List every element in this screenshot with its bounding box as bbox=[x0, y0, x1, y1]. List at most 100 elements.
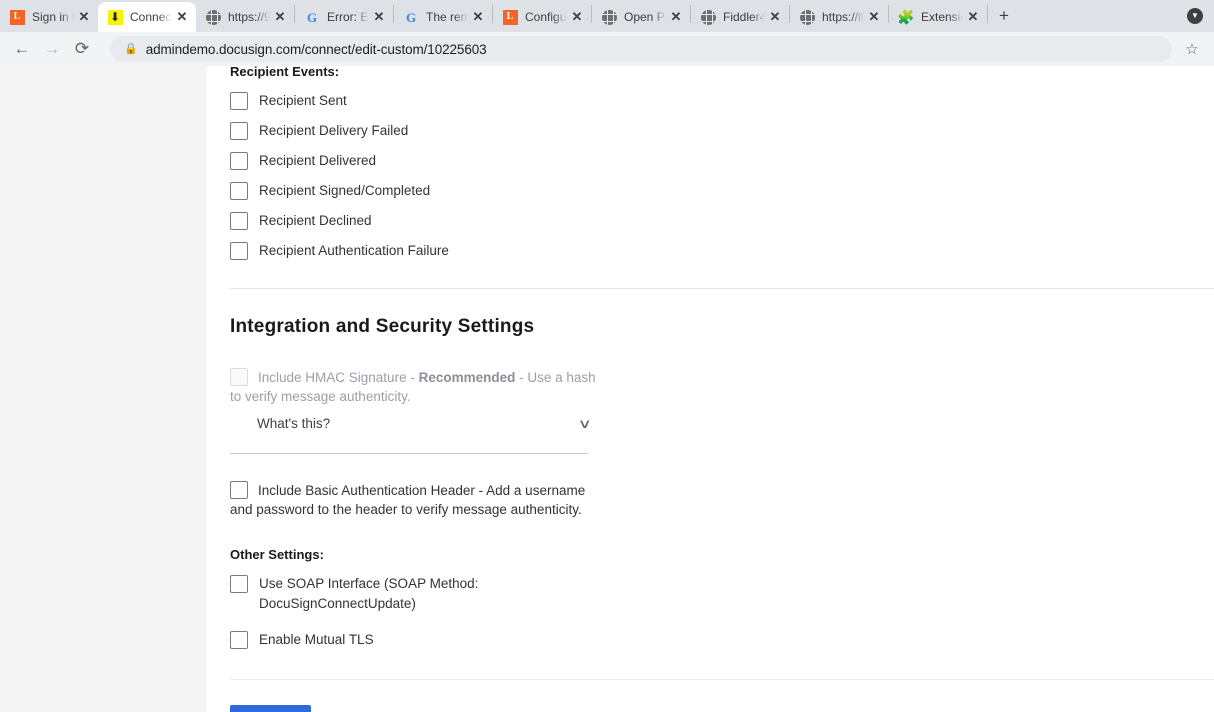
chevron-down-icon: ∨ bbox=[578, 417, 592, 430]
browser-tab-4[interactable]: G Error: Ex ✕ bbox=[295, 2, 393, 32]
google-icon: G bbox=[304, 9, 320, 25]
checkbox-label: Recipient Delivery Failed bbox=[259, 121, 408, 141]
close-icon[interactable]: ✕ bbox=[76, 9, 92, 25]
checkbox-icon[interactable] bbox=[230, 182, 248, 200]
save-button[interactable]: SAVE bbox=[230, 705, 311, 712]
tab-title: Sign in t bbox=[32, 10, 74, 24]
reload-button[interactable]: ⟳ bbox=[68, 35, 96, 63]
browser-tab-8[interactable]: Fiddler4 ✕ bbox=[691, 2, 789, 32]
globe-icon bbox=[601, 9, 617, 25]
checkbox-row-recipient-delivery-failed[interactable]: Recipient Delivery Failed bbox=[230, 121, 1214, 143]
lock-icon: 🔒 bbox=[124, 44, 138, 55]
tab-list-menu-button[interactable]: ▼ bbox=[1184, 5, 1206, 27]
browser-toolbar: ← → ⟳ 🔒 admindemo.docusign.com/connect/e… bbox=[0, 32, 1214, 66]
whats-this-label: What's this? bbox=[257, 416, 330, 431]
hmac-text-recommended: Recommended bbox=[419, 370, 516, 385]
basic-auth-text-before: Include Basic Authentication Header - bbox=[258, 483, 486, 498]
tab-title: Extensio bbox=[921, 10, 963, 24]
close-icon[interactable]: ✕ bbox=[668, 9, 684, 25]
recipient-events-list: Recipient Sent Recipient Delivery Failed… bbox=[230, 91, 1214, 263]
section-divider-bottom bbox=[230, 679, 1214, 680]
hmac-description: Include HMAC Signature - Recommended - U… bbox=[230, 367, 600, 406]
tab-title: Fiddler4 bbox=[723, 10, 765, 24]
hmac-text-before: Include HMAC Signature - bbox=[258, 370, 419, 385]
checkbox-label: Enable Mutual TLS bbox=[259, 630, 374, 650]
section-divider-hmac bbox=[230, 453, 588, 454]
close-icon[interactable]: ✕ bbox=[866, 9, 882, 25]
checkbox-icon[interactable] bbox=[230, 575, 248, 593]
section-divider-top bbox=[230, 288, 1214, 289]
browser-tab-10[interactable]: 🧩 Extensio ✕ bbox=[889, 2, 987, 32]
chevron-down-icon: ▼ bbox=[1187, 8, 1203, 24]
close-icon[interactable]: ✕ bbox=[272, 9, 288, 25]
docusign-l-icon: L bbox=[9, 9, 25, 25]
cancel-button[interactable]: CANCEL bbox=[333, 705, 423, 712]
close-icon[interactable]: ✕ bbox=[569, 9, 585, 25]
checkbox-icon[interactable] bbox=[230, 152, 248, 170]
checkbox-label: Recipient Authentication Failure bbox=[259, 241, 449, 261]
tab-strip: L Sign in t ✕ ⬇ Connect ✕ https://9 ✕ G … bbox=[0, 0, 1214, 32]
main-content: Recipient Events: Recipient Sent Recipie… bbox=[207, 66, 1214, 712]
checkbox-icon[interactable] bbox=[230, 122, 248, 140]
browser-tab-6[interactable]: L Configur ✕ bbox=[493, 2, 591, 32]
tab-separator bbox=[987, 5, 988, 23]
recipient-events-label: Recipient Events: bbox=[230, 66, 1214, 79]
tab-title: Open Po bbox=[624, 10, 666, 24]
docusign-l-icon: L bbox=[502, 9, 518, 25]
checkbox-row-recipient-declined[interactable]: Recipient Declined bbox=[230, 211, 1214, 233]
checkbox-icon[interactable] bbox=[230, 92, 248, 110]
checkbox-row-use-soap-interface[interactable]: Use SOAP Interface (SOAP Method: DocuSig… bbox=[230, 574, 1214, 614]
forward-button[interactable]: → bbox=[38, 35, 66, 63]
puzzle-icon: 🧩 bbox=[898, 9, 914, 25]
close-icon[interactable]: ✕ bbox=[470, 9, 486, 25]
close-icon[interactable]: ✕ bbox=[174, 9, 190, 25]
close-icon[interactable]: ✕ bbox=[767, 9, 783, 25]
tab-title: Connect bbox=[130, 10, 172, 24]
back-button[interactable]: ← bbox=[8, 35, 36, 63]
globe-icon bbox=[700, 9, 716, 25]
globe-icon bbox=[205, 9, 221, 25]
checkbox-label: Recipient Declined bbox=[259, 211, 372, 231]
checkbox-row-recipient-authentication-failure[interactable]: Recipient Authentication Failure bbox=[230, 241, 1214, 263]
address-bar[interactable]: 🔒 admindemo.docusign.com/connect/edit-cu… bbox=[110, 36, 1172, 62]
checkbox-row-recipient-sent[interactable]: Recipient Sent bbox=[230, 91, 1214, 113]
checkbox-icon[interactable] bbox=[230, 212, 248, 230]
checkbox-label: Recipient Signed/Completed bbox=[259, 181, 430, 201]
tab-title: The rem bbox=[426, 10, 468, 24]
form-actions: SAVE CANCEL bbox=[230, 705, 1214, 712]
download-icon: ⬇ bbox=[107, 9, 123, 25]
checkbox-label: Use SOAP Interface (SOAP Method: DocuSig… bbox=[259, 574, 489, 614]
checkbox-label: Recipient Delivered bbox=[259, 151, 376, 171]
checkbox-row-recipient-signed-completed[interactable]: Recipient Signed/Completed bbox=[230, 181, 1214, 203]
left-sidebar bbox=[0, 66, 207, 712]
browser-tab-1[interactable]: L Sign in t ✕ bbox=[0, 2, 98, 32]
browser-window: L Sign in t ✕ ⬇ Connect ✕ https://9 ✕ G … bbox=[0, 0, 1214, 712]
hmac-checkbox-icon[interactable] bbox=[230, 368, 248, 386]
browser-tab-9[interactable]: https://lf ✕ bbox=[790, 2, 888, 32]
hmac-setting-block: Include HMAC Signature - Recommended - U… bbox=[230, 367, 1214, 431]
checkbox-label: Recipient Sent bbox=[259, 91, 347, 111]
other-settings-label: Other Settings: bbox=[230, 547, 1214, 562]
browser-tab-2[interactable]: ⬇ Connect ✕ bbox=[98, 2, 196, 32]
new-tab-button[interactable]: + bbox=[990, 2, 1018, 30]
other-settings-list: Use SOAP Interface (SOAP Method: DocuSig… bbox=[230, 574, 1214, 652]
tab-title: https://lf bbox=[822, 10, 864, 24]
integration-security-heading: Integration and Security Settings bbox=[230, 316, 1214, 338]
checkbox-icon[interactable] bbox=[230, 242, 248, 260]
checkbox-icon[interactable] bbox=[230, 631, 248, 649]
bookmark-star-icon[interactable]: ☆ bbox=[1180, 37, 1204, 61]
hmac-whats-this-toggle[interactable]: What's this? ∨ bbox=[257, 416, 590, 431]
browser-tab-3[interactable]: https://9 ✕ bbox=[196, 2, 294, 32]
close-icon[interactable]: ✕ bbox=[965, 9, 981, 25]
tab-title: https://9 bbox=[228, 10, 270, 24]
browser-tab-7[interactable]: Open Po ✕ bbox=[592, 2, 690, 32]
close-icon[interactable]: ✕ bbox=[371, 9, 387, 25]
checkbox-row-recipient-delivered[interactable]: Recipient Delivered bbox=[230, 151, 1214, 173]
basic-auth-checkbox-icon[interactable] bbox=[230, 481, 248, 499]
tab-title: Error: Ex bbox=[327, 10, 369, 24]
checkbox-row-enable-mutual-tls[interactable]: Enable Mutual TLS bbox=[230, 630, 1214, 652]
globe-icon bbox=[799, 9, 815, 25]
address-bar-url: admindemo.docusign.com/connect/edit-cust… bbox=[146, 42, 487, 57]
basic-auth-description: Include Basic Authentication Header - Ad… bbox=[230, 480, 600, 519]
browser-tab-5[interactable]: G The rem ✕ bbox=[394, 2, 492, 32]
